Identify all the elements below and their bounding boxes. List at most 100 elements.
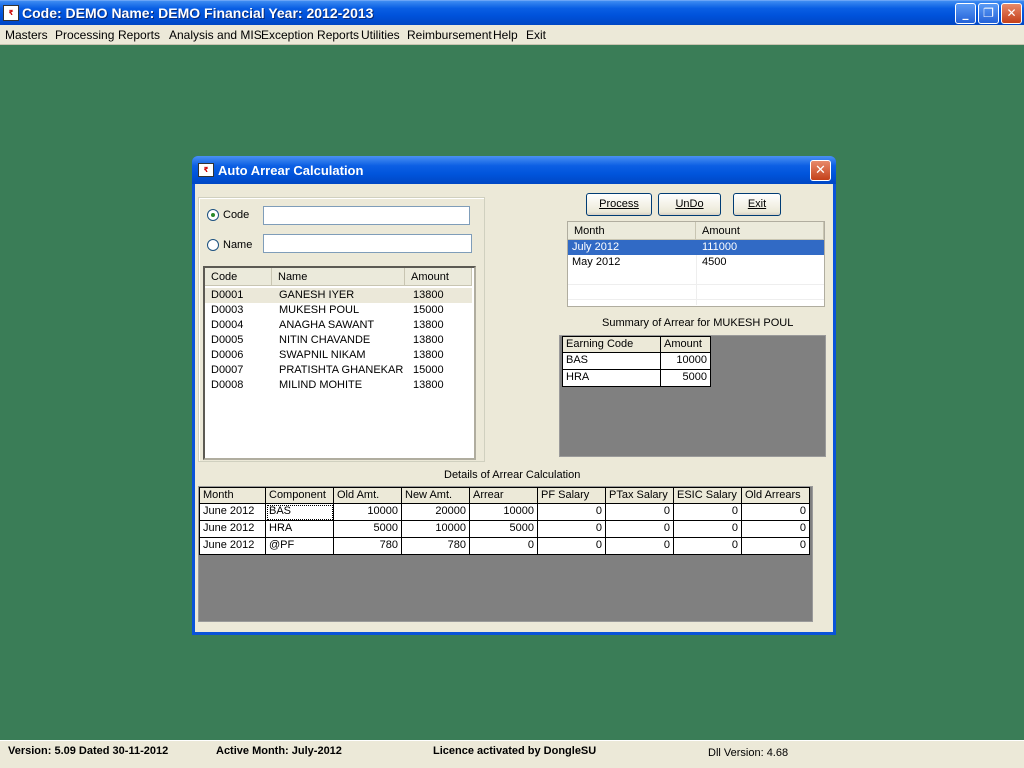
details-old-amt[interactable]: 780 xyxy=(334,538,402,555)
details-esic-salary[interactable]: 0 xyxy=(674,538,742,555)
employee-amount[interactable]: 13800 xyxy=(407,348,444,363)
details-esic-salary[interactable]: 0 xyxy=(674,521,742,538)
process-button[interactable]: Process xyxy=(586,193,652,216)
details-component[interactable]: @PF xyxy=(266,538,334,555)
menu-analysis-mis[interactable]: Analysis and MIS xyxy=(169,28,262,42)
employee-code[interactable]: D0004 xyxy=(205,318,243,333)
details-old-arrears[interactable]: 0 xyxy=(742,521,810,538)
details-new-amt[interactable]: 20000 xyxy=(402,504,470,521)
employee-amount[interactable]: 13800 xyxy=(407,333,444,348)
employee-name[interactable]: NITIN CHAVANDE xyxy=(273,333,370,348)
menu-reimbursement[interactable]: Reimbursement xyxy=(407,28,492,42)
details-caption: Details of Arrear Calculation xyxy=(444,469,581,481)
month-list-header-amount[interactable]: Amount xyxy=(696,222,824,240)
details-month[interactable]: June 2012 xyxy=(199,538,266,555)
details-ptax-salary[interactable]: 0 xyxy=(606,521,674,538)
details-arrear[interactable]: 5000 xyxy=(470,521,538,538)
details-pf-salary[interactable]: 0 xyxy=(538,504,606,521)
details-component[interactable]: HRA xyxy=(266,521,334,538)
details-old-arrears[interactable]: 0 xyxy=(742,538,810,555)
employee-amount[interactable]: 13800 xyxy=(407,318,444,333)
month-name[interactable]: July 2012 xyxy=(566,240,619,255)
employee-name[interactable]: PRATISHTA GHANEKAR xyxy=(273,363,403,378)
details-new-amt[interactable]: 780 xyxy=(402,538,470,555)
details-header-arrear[interactable]: Arrear xyxy=(470,487,538,504)
employee-list-header-name[interactable]: Name xyxy=(272,268,405,286)
summary-header-amount[interactable]: Amount xyxy=(661,336,711,353)
details-header-ptax-salary[interactable]: PTax Salary xyxy=(606,487,674,504)
details-old-arrears[interactable]: 0 xyxy=(742,504,810,521)
details-esic-salary[interactable]: 0 xyxy=(674,504,742,521)
employee-list-header-code[interactable]: Code xyxy=(205,268,272,286)
details-header-new-amt[interactable]: New Amt. xyxy=(402,487,470,504)
menu-masters[interactable]: Masters xyxy=(5,28,48,42)
details-header-component[interactable]: Component xyxy=(266,487,334,504)
employee-amount[interactable]: 15000 xyxy=(407,303,444,318)
summary-earning-code[interactable]: HRA xyxy=(562,370,661,387)
details-month[interactable]: June 2012 xyxy=(199,504,266,521)
summary-header-earning-code[interactable]: Earning Code xyxy=(562,336,661,353)
menu-exception-reports[interactable]: Exception Reports xyxy=(261,28,359,42)
employee-name[interactable]: ANAGHA SAWANT xyxy=(273,318,374,333)
name-radio[interactable] xyxy=(207,239,219,251)
details-month[interactable]: June 2012 xyxy=(199,521,266,538)
month-list[interactable]: Month Amount July 2012 111000 May 2012 4… xyxy=(567,221,825,307)
details-old-amt[interactable]: 5000 xyxy=(334,521,402,538)
details-arrear[interactable]: 10000 xyxy=(470,504,538,521)
employee-name[interactable]: SWAPNIL NIKAM xyxy=(273,348,366,363)
code-radio[interactable] xyxy=(207,209,219,221)
menu-exit[interactable]: Exit xyxy=(526,28,546,42)
employee-code[interactable]: D0003 xyxy=(205,303,243,318)
month-name[interactable]: May 2012 xyxy=(566,255,620,270)
employee-amount[interactable]: 13800 xyxy=(407,378,444,393)
menu-help[interactable]: Help xyxy=(493,28,518,42)
employee-amount[interactable]: 15000 xyxy=(407,363,444,378)
details-new-amt[interactable]: 10000 xyxy=(402,521,470,538)
details-header-pf-salary[interactable]: PF Salary xyxy=(538,487,606,504)
code-input[interactable] xyxy=(263,206,470,225)
summary-amount[interactable]: 10000 xyxy=(661,353,711,370)
employee-name[interactable]: MUKESH POUL xyxy=(273,303,359,318)
details-header-old-arrears[interactable]: Old Arrears xyxy=(742,487,810,504)
employee-code[interactable]: D0006 xyxy=(205,348,243,363)
details-pf-salary[interactable]: 0 xyxy=(538,521,606,538)
summary-amount[interactable]: 5000 xyxy=(661,370,711,387)
details-header-old-amt[interactable]: Old Amt. xyxy=(334,487,402,504)
app-titlebar[interactable]: ₹ Code: DEMO Name: DEMO Financial Year: … xyxy=(0,0,1024,25)
name-input[interactable] xyxy=(263,234,472,253)
details-arrear[interactable]: 0 xyxy=(470,538,538,555)
menu-reports[interactable]: Reports xyxy=(118,28,160,42)
details-ptax-salary[interactable]: 0 xyxy=(606,504,674,521)
month-amount[interactable]: 111000 xyxy=(696,240,737,255)
summary-earning-code[interactable]: BAS xyxy=(562,353,661,370)
month-amount[interactable]: 4500 xyxy=(696,255,726,270)
menu-processing[interactable]: Processing xyxy=(55,28,114,42)
employee-list[interactable]: Code Name Amount D0001 GANESH IYER 13800… xyxy=(203,266,476,460)
summary-panel: Earning Code Amount BAS 10000 HRA 5000 xyxy=(559,335,826,457)
dialog-titlebar[interactable]: ₹ Auto Arrear Calculation ✕ xyxy=(192,156,836,184)
details-header-month[interactable]: Month xyxy=(199,487,266,504)
details-component[interactable]: BAS xyxy=(266,504,334,521)
details-pf-salary[interactable]: 0 xyxy=(538,538,606,555)
employee-code[interactable]: D0008 xyxy=(205,378,243,393)
exit-button[interactable]: Exit xyxy=(733,193,781,216)
employee-code[interactable]: D0005 xyxy=(205,333,243,348)
details-ptax-salary[interactable]: 0 xyxy=(606,538,674,555)
employee-name[interactable]: GANESH IYER xyxy=(273,288,354,303)
employee-code[interactable]: D0007 xyxy=(205,363,243,378)
month-list-header-month[interactable]: Month xyxy=(568,222,696,240)
employee-amount[interactable]: 13800 xyxy=(407,288,444,303)
employee-list-header-amount[interactable]: Amount xyxy=(405,268,472,286)
minimize-icon[interactable]: _ xyxy=(955,3,976,24)
restore-icon[interactable]: ❐ xyxy=(978,3,999,24)
employee-name[interactable]: MILIND MOHITE xyxy=(273,378,362,393)
employee-code[interactable]: D0001 xyxy=(205,288,243,303)
undo-button[interactable]: UnDo xyxy=(658,193,721,216)
details-old-amt[interactable]: 10000 xyxy=(334,504,402,521)
menu-utilities[interactable]: Utilities xyxy=(361,28,400,42)
app-title: Code: DEMO Name: DEMO Financial Year: 20… xyxy=(22,5,374,21)
details-header-esic-salary[interactable]: ESIC Salary xyxy=(674,487,742,504)
app-icon: ₹ xyxy=(3,5,19,21)
dialog-close-icon[interactable]: ✕ xyxy=(810,160,831,181)
close-icon[interactable]: ✕ xyxy=(1001,3,1022,24)
